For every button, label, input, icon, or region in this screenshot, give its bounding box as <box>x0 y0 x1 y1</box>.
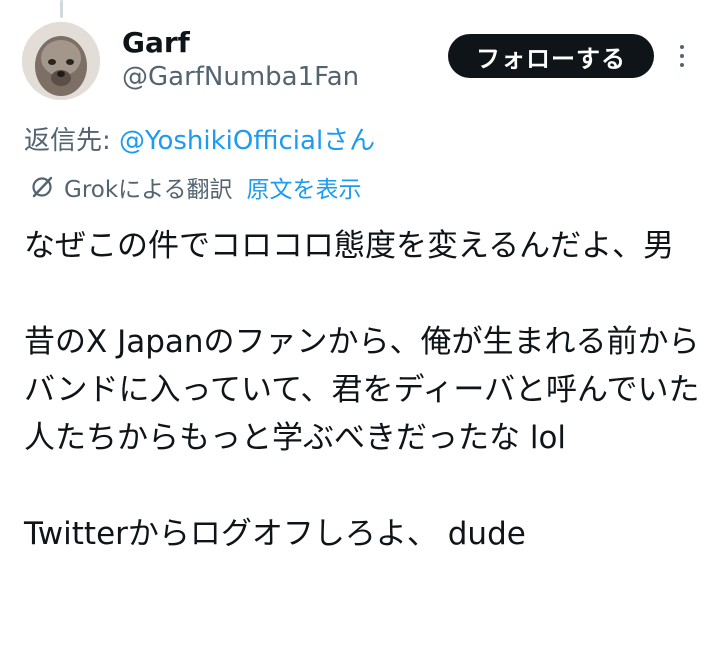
show-original-link[interactable]: 原文を表示 <box>246 170 361 204</box>
avatar-image <box>22 22 100 100</box>
translation-bar: Grokによる翻訳 原文を表示 <box>30 170 361 204</box>
grok-translate-icon <box>30 175 54 199</box>
avatar[interactable] <box>22 22 100 100</box>
more-icon-dot <box>680 63 684 67</box>
tweet-text: なぜこの件でコロコロ態度を変えるんだよ、男 昔のX Japanのファンから、俺が… <box>24 222 704 558</box>
author-handle[interactable]: @GarfNumba1Fan <box>122 62 359 92</box>
reply-mention-link[interactable]: @YoshikiOfficialさん <box>119 126 375 156</box>
replying-to: 返信先: @YoshikiOfficialさん <box>24 120 375 157</box>
translation-label: Grokによる翻訳 <box>64 177 233 203</box>
tweet-paragraph: Twitterからログオフしろよ、 dude <box>24 516 526 552</box>
thread-connector-line <box>60 0 63 18</box>
tweet-paragraph: なぜこの件でコロコロ態度を変えるんだよ、男 <box>24 228 675 264</box>
tweet-paragraph: 昔のX Japanのファンから、俺が生まれる前からバンドに入っていて、君をディー… <box>24 324 700 456</box>
replying-to-label: 返信先: <box>24 126 120 156</box>
author-display-name[interactable]: Garf <box>122 26 190 59</box>
more-icon[interactable] <box>668 38 696 74</box>
more-icon-dot <box>680 54 684 58</box>
follow-button[interactable]: フォローする <box>448 34 654 78</box>
more-icon-dot <box>680 45 684 49</box>
